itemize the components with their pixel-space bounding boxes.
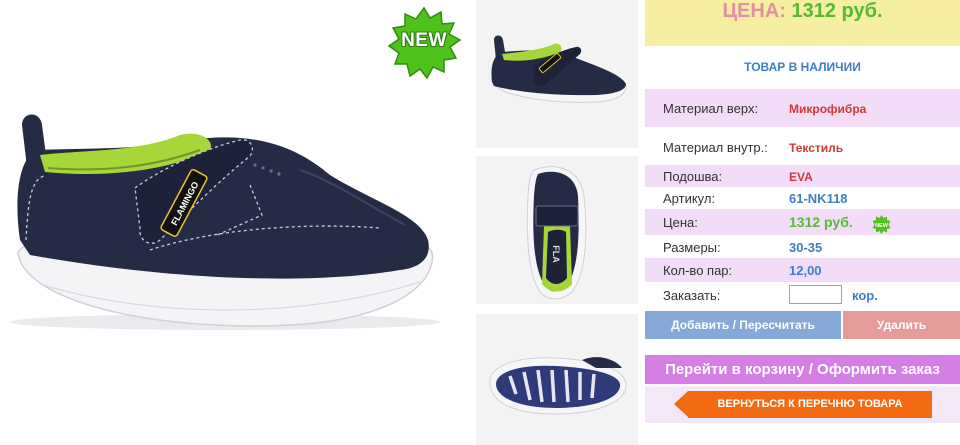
main-product-image[interactable]: FLAMINGO NEW — [0, 0, 468, 445]
thumbnail-sole-view[interactable] — [476, 314, 638, 445]
spec-label: Материал верх: — [663, 101, 759, 116]
back-to-list-button[interactable]: ВЕРНУТЬСЯ К ПЕРЕЧНЮ ТОВАРА — [674, 391, 932, 418]
order-quantity-input[interactable] — [789, 285, 842, 304]
spec-value: 12,00 — [789, 263, 822, 278]
spec-row-sizes: Размеры: 30-35 — [645, 235, 960, 258]
spec-value: Микрофибра — [789, 102, 867, 116]
new-badge: NEW — [386, 6, 462, 82]
delete-button[interactable]: Удалить — [843, 311, 960, 339]
spec-value: 30-35 — [789, 240, 823, 255]
new-mini-icon: NEW — [872, 215, 891, 234]
order-unit-label: кор. — [852, 288, 878, 303]
price-banner-label: ЦЕНА: — [722, 0, 786, 22]
stock-status: ТОВАР В НАЛИЧИИ — [744, 60, 861, 74]
spec-label: Артикул: — [663, 191, 716, 206]
thumbnail-top-view[interactable]: FLA — [476, 156, 638, 304]
price-banner-value: 1312 руб. — [791, 0, 883, 22]
shoe-top-thumb-illustration: FLA — [526, 166, 587, 300]
spec-row-sole: Подошва: EVA — [645, 165, 960, 187]
spec-label: Кол-во пар: — [663, 263, 733, 278]
mini-new-text: NEW — [875, 223, 889, 229]
price-banner: ЦЕНА: 1312 руб. — [645, 0, 960, 46]
spec-row-article: Артикул: 61-NK118 — [645, 187, 960, 209]
spec-value: 1312 руб. — [789, 214, 853, 230]
spec-value: 61-NK118 — [789, 191, 848, 206]
spec-row-material-top: Материал верх: Микрофибра — [645, 89, 960, 127]
shoe-side-thumb-illustration — [491, 35, 627, 103]
spec-label: Заказать: — [663, 288, 721, 303]
spec-label: Подошва: — [663, 169, 723, 184]
spec-value: EVA — [789, 170, 813, 184]
spec-row-material-inner: Материал внутр.: Текстиль — [645, 127, 960, 165]
spec-value: Текстиль — [789, 141, 844, 155]
spec-label: Цена: — [663, 215, 698, 230]
mini-starburst-icon: NEW — [872, 215, 891, 234]
thumbnail-side-view[interactable] — [476, 0, 638, 148]
new-badge-text: NEW — [401, 30, 447, 51]
spec-row-pairs: Кол-во пар: 12,00 — [645, 258, 960, 282]
go-to-cart-button[interactable]: Перейти в корзину / Оформить заказ — [645, 355, 960, 384]
spec-label: Размеры: — [663, 240, 721, 255]
add-recalculate-button[interactable]: Добавить / Пересчитать — [645, 311, 841, 339]
spec-row-price: Цена: 1312 руб. — [645, 209, 960, 235]
shoe-sole-thumb-illustration — [489, 357, 627, 415]
spec-label: Материал внутр.: — [663, 140, 768, 155]
tongue-label-text: FLA — [551, 245, 561, 263]
